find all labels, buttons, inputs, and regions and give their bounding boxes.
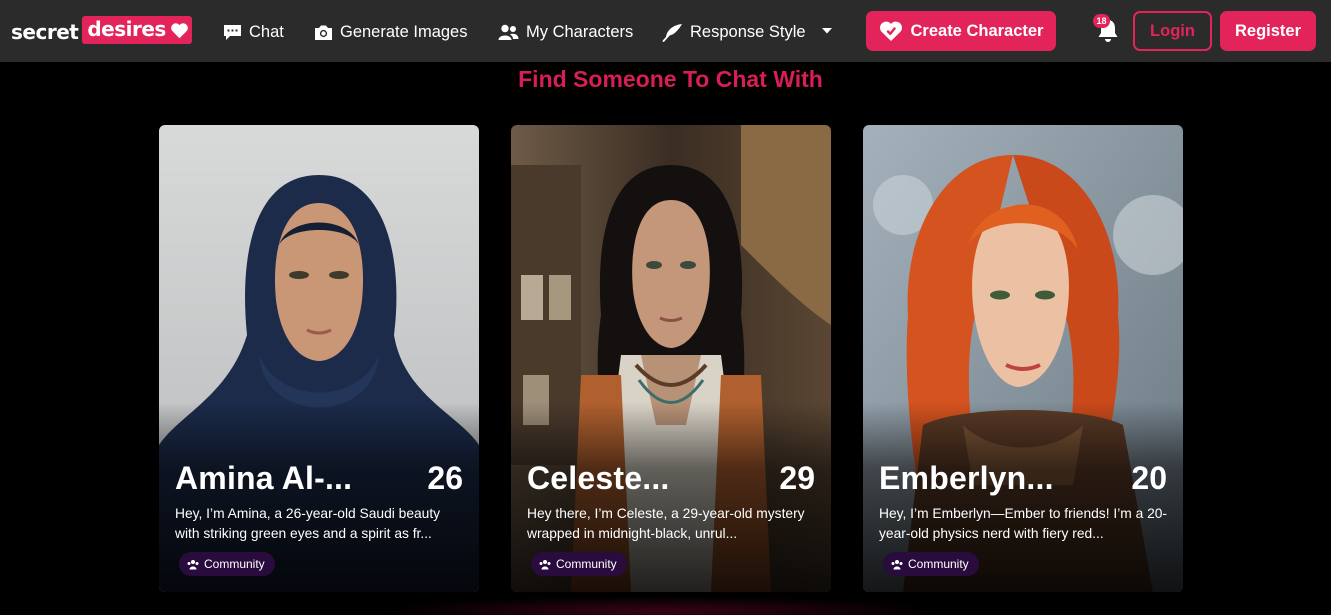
nav-response-style-label: Response Style — [690, 22, 806, 41]
bottom-glow-decoration — [380, 596, 940, 615]
heart-plus-icon — [879, 21, 902, 41]
chat-bubble-icon — [224, 24, 241, 40]
top-navbar: secret desires Chat Generate Images My C… — [0, 0, 1331, 62]
character-name: Celeste... — [527, 460, 670, 496]
character-card[interactable]: Amina Al-... 26 Hey, I’m Amina, a 26-yea… — [159, 125, 479, 592]
character-description: Hey, I’m Amina, a 26-year-old Saudi beau… — [175, 506, 441, 541]
nav-chat[interactable]: Chat — [223, 20, 284, 44]
nav-generate-images-label: Generate Images — [340, 22, 468, 41]
character-card[interactable]: Emberlyn... 20 Hey, I’m Emberlyn—Ember t… — [863, 125, 1183, 592]
community-tag: Community — [883, 552, 979, 576]
character-name: Emberlyn... — [879, 460, 1054, 496]
community-icon — [539, 559, 551, 569]
nav-generate-images[interactable]: Generate Images — [314, 20, 468, 44]
register-button[interactable]: Register — [1220, 11, 1316, 51]
community-tag: Community — [179, 552, 275, 576]
users-icon — [498, 24, 519, 40]
create-character-button[interactable]: Create Character — [866, 11, 1056, 51]
character-age: 26 — [427, 460, 463, 496]
create-character-label: Create Character — [910, 21, 1044, 40]
chevron-down-icon[interactable] — [821, 27, 833, 35]
logo-desires-text: desires — [87, 17, 166, 41]
logo-word-secret: secret — [11, 20, 79, 44]
community-tag: Community — [531, 552, 627, 576]
nav-response-style[interactable]: Response Style — [662, 20, 806, 44]
tag-label: Community — [556, 557, 617, 571]
camera-icon — [315, 25, 332, 40]
feather-icon — [662, 23, 682, 42]
community-icon — [187, 559, 199, 569]
tag-label: Community — [204, 557, 265, 571]
site-logo[interactable]: secret desires — [11, 16, 192, 48]
character-name: Amina Al-... — [175, 460, 353, 496]
character-description: Hey, I’m Emberlyn—Ember to friends! I’m … — [879, 506, 1168, 541]
community-icon — [891, 559, 903, 569]
logo-word-desires: desires — [82, 16, 192, 44]
character-age: 29 — [779, 460, 815, 496]
tag-label: Community — [908, 557, 969, 571]
nav-chat-label: Chat — [249, 22, 284, 41]
page-title: Find Someone To Chat With — [518, 66, 823, 92]
nav-my-characters-label: My Characters — [526, 22, 634, 41]
nav-my-characters[interactable]: My Characters — [498, 20, 633, 44]
character-description: Hey there, I’m Celeste, a 29-year-old my… — [527, 506, 805, 541]
notification-badge: 18 — [1093, 14, 1110, 28]
login-button[interactable]: Login — [1133, 11, 1212, 51]
character-age: 20 — [1131, 460, 1167, 496]
character-card[interactable]: Celeste... 29 Hey there, I’m Celeste, a … — [511, 125, 831, 592]
heart-icon — [170, 23, 188, 39]
